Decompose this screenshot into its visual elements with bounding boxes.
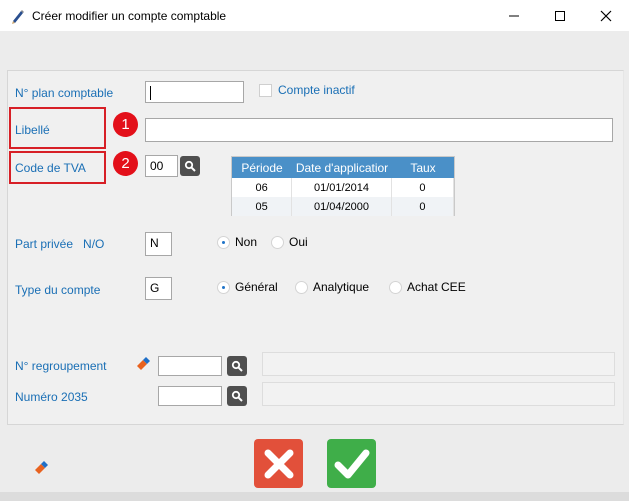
radio-empty-icon [295, 280, 308, 294]
libelle-label: Libellé [15, 123, 50, 137]
magnifier-icon [231, 360, 243, 372]
table-row[interactable]: 05 01/04/2000 0 [232, 197, 454, 216]
table-cell: 0 [392, 197, 454, 216]
text-cursor [150, 85, 151, 100]
tva-search-button[interactable] [180, 156, 200, 176]
taskbar-strip [0, 492, 629, 501]
regroupement-label: N° regroupement [15, 359, 107, 373]
plan-comptable-label: N° plan comptable [15, 86, 114, 100]
radio-selected-icon [217, 280, 230, 294]
numero-2035-input[interactable] [158, 386, 222, 406]
close-button[interactable] [583, 0, 629, 31]
clear-form-button[interactable] [33, 460, 51, 479]
ok-button[interactable] [327, 439, 376, 488]
regroupement-description-field [262, 352, 615, 376]
plan-comptable-input[interactable] [145, 81, 244, 103]
maximize-icon [555, 10, 565, 21]
table-cell: 06 [232, 178, 293, 197]
column-header[interactable]: Date d'applicatior [292, 157, 392, 178]
maximize-button[interactable] [537, 0, 583, 31]
radio-achat-cee[interactable]: Achat CEE [389, 280, 466, 294]
badge-2: 2 [113, 151, 138, 176]
code-tva-input[interactable]: 00 [145, 155, 178, 177]
table-cell: 01/04/2000 [292, 197, 392, 216]
window-title: Créer modifier un compte comptable [32, 9, 227, 23]
pencil-app-icon [12, 10, 24, 24]
numero-2035-description-field [262, 382, 615, 406]
numero-2035-label: Numéro 2035 [15, 390, 88, 404]
eraser-button[interactable] [135, 356, 153, 375]
minimize-button[interactable] [491, 0, 537, 31]
table-row[interactable]: 06 01/01/2014 0 [232, 178, 454, 197]
cancel-button[interactable] [254, 439, 303, 488]
column-header[interactable]: Taux [392, 157, 454, 178]
minimize-icon [509, 15, 519, 16]
radio-oui[interactable]: Oui [271, 235, 308, 249]
magnifier-icon [231, 390, 243, 402]
badge-1: 1 [113, 112, 138, 137]
radio-empty-icon [389, 280, 402, 294]
regroupement-input[interactable] [158, 356, 222, 376]
regroupement-search-button[interactable] [227, 356, 247, 376]
cross-icon [264, 449, 293, 478]
radio-empty-icon [271, 235, 284, 249]
code-tva-label: Code de TVA [15, 161, 86, 175]
close-icon [600, 10, 612, 21]
magnifier-icon [184, 160, 196, 172]
libelle-input[interactable] [145, 118, 613, 142]
radio-general[interactable]: Général [217, 280, 278, 294]
radio-analytique[interactable]: Analytique [295, 280, 369, 294]
eraser-icon [137, 357, 150, 370]
table-cell: 0 [392, 178, 454, 197]
radio-selected-icon [217, 235, 230, 249]
numero-2035-search-button[interactable] [227, 386, 247, 406]
column-header[interactable]: Période [232, 157, 292, 178]
type-compte-label: Type du compte [15, 283, 101, 297]
title-bar: Créer modifier un compte comptable [0, 0, 629, 31]
compte-inactif-checkbox[interactable] [259, 84, 272, 97]
radio-non[interactable]: Non [217, 235, 257, 249]
table-cell: 05 [232, 197, 293, 216]
vat-rate-table[interactable]: Période Date d'applicatior Taux 06 01/01… [231, 156, 455, 216]
part-privee-input[interactable]: N [145, 232, 172, 256]
type-compte-input[interactable]: G [145, 277, 172, 300]
part-privee-label: Part privée N/O [15, 237, 105, 251]
table-cell: 01/01/2014 [292, 178, 392, 197]
table-header: Période Date d'applicatior Taux [232, 157, 454, 178]
compte-inactif-label: Compte inactif [278, 83, 355, 97]
checkmark-icon [334, 449, 369, 478]
eraser-icon [35, 461, 48, 474]
